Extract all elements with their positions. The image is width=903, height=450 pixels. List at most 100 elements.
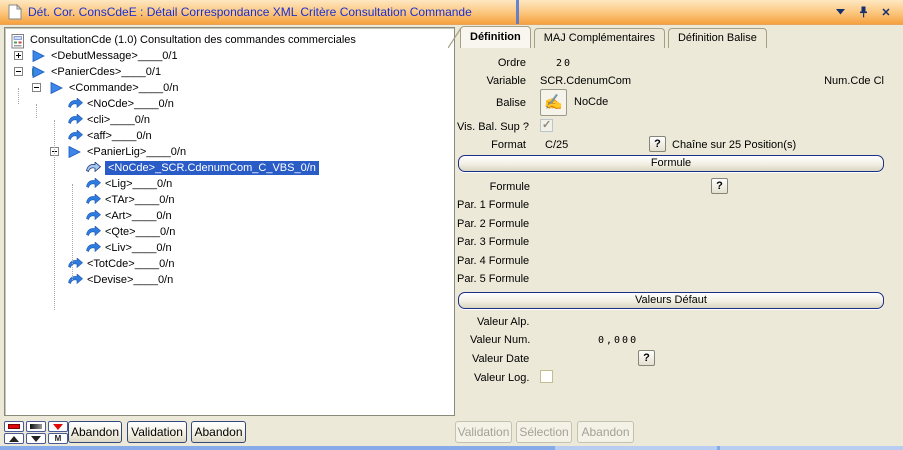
taskbar-segment [555, 446, 903, 450]
branch-arrow-icon [68, 146, 81, 161]
triangle-down-icon[interactable] [26, 433, 46, 444]
tree-item[interactable]: <aff>____0/n [5, 128, 454, 144]
tree-item-label[interactable]: <Lig>____0/n [105, 177, 172, 191]
tab-maj-compl-mentaires[interactable]: MAJ Complémentaires [534, 28, 665, 48]
red-bar-icon[interactable] [4, 421, 24, 432]
leaf-arrow-icon [86, 242, 101, 256]
valeur-date-help-button[interactable]: ? [638, 350, 655, 366]
expand-plus-icon[interactable] [14, 51, 23, 60]
leaf-arrow-icon [68, 114, 83, 128]
valeur-date-label: Valeur Date [472, 353, 529, 365]
branch-arrow-icon [32, 66, 45, 81]
tree-item-label[interactable]: <Commande>____0/n [69, 81, 178, 95]
tree-connector-line [72, 184, 73, 280]
red-bar-icon [8, 424, 20, 429]
tree-item-label-selected[interactable]: <NoCde>_SCR.CdenumCom_C_VBS_0/n [105, 161, 319, 175]
tree-item[interactable]: <NoCde>_SCR.CdenumCom_C_VBS_0/n [5, 160, 454, 176]
tree-item-label[interactable]: <Art>____0/n [105, 209, 172, 223]
collapse-minus-icon[interactable] [14, 67, 23, 76]
variable-label: Variable [458, 75, 526, 87]
valeur-log-checkbox[interactable] [540, 370, 553, 383]
triangle-up-icon [9, 436, 19, 442]
leaf-arrow-icon [86, 178, 101, 192]
letter-m-icon: M [55, 435, 62, 443]
check-icon: ✓ [542, 119, 551, 132]
valeurs-defaut-group-button[interactable]: Valeurs Défaut [458, 292, 884, 309]
ordre-label: Ordre [458, 57, 526, 69]
tree-item[interactable]: <DebutMessage>____0/1 [5, 48, 454, 64]
tree-item-label[interactable]: <Devise>____0/n [87, 273, 173, 287]
balise-label: Balise [458, 97, 526, 109]
leaf-arrow-icon [86, 162, 101, 176]
tree-item-label[interactable]: <Qte>____0/n [105, 225, 175, 239]
tree-connector-line [36, 104, 37, 118]
tree-item-label[interactable]: ConsultationCde (1.0) Consultation des c… [30, 33, 356, 47]
red-triangle-down-icon [53, 424, 63, 430]
formule-help-button[interactable]: ? [711, 178, 728, 194]
tree-item-label[interactable]: <aff>____0/n [87, 129, 152, 143]
triangle-down-icon [31, 436, 41, 442]
triangle-up-icon[interactable] [4, 433, 24, 444]
pin-icon[interactable] [856, 5, 870, 19]
vis-bal-sup-label: Vis. Bal. Sup ? [457, 121, 529, 133]
close-icon[interactable]: ✕ [879, 5, 893, 19]
tree-item[interactable]: <cli>____0/n [5, 112, 454, 128]
tree-item[interactable]: ConsultationCde (1.0) Consultation des c… [5, 32, 454, 48]
tree-item-label[interactable]: <TAr>____0/n [105, 193, 175, 207]
ordre-value[interactable]: 20 [556, 58, 572, 69]
abandon-button[interactable]: Abandon [191, 421, 246, 443]
taskbar-segment-divider [717, 446, 720, 450]
tree-item[interactable]: <PanierLig>____0/n [5, 144, 454, 160]
tab-d-finition[interactable]: Définition [460, 26, 531, 48]
format-value[interactable]: C/25 [545, 139, 568, 151]
vis-bal-sup-checkbox[interactable]: ✓ [540, 119, 553, 132]
formule-group-button[interactable]: Formule [458, 155, 884, 172]
tabstrip: DéfinitionMAJ ComplémentairesDéfinition … [460, 27, 770, 48]
tree-item-label[interactable]: <PanierLig>____0/n [87, 145, 186, 159]
balise-value[interactable]: NoCde [574, 96, 608, 108]
leaf-arrow-icon [86, 210, 101, 224]
tree-item[interactable]: <NoCde>____0/n [5, 96, 454, 112]
tree-connector-line [18, 88, 19, 104]
pane-titlebar: Dét. Cor. ConsCdeE : Détail Correspondan… [0, 0, 903, 25]
balise-picker-button[interactable]: ✍ [540, 89, 567, 116]
leaf-arrow-icon [68, 258, 83, 272]
red-triangle-down-icon[interactable] [48, 421, 68, 432]
titlebar-divider [516, 0, 519, 24]
valeur-num-label: Valeur Num. [470, 334, 530, 346]
tree-item-label[interactable]: <PanierCdes>____0/1 [51, 65, 161, 79]
format-hint: Chaîne sur 25 Position(s) [672, 139, 796, 151]
validation-button[interactable]: Validation [127, 421, 187, 443]
letter-m-icon[interactable]: M [48, 433, 68, 444]
xml-tree-panel[interactable]: ConsultationCde (1.0) Consultation des c… [4, 27, 455, 416]
par-4-formule-label: Par. 4 Formule [457, 255, 529, 267]
par-3-formule-label: Par. 3 Formule [457, 236, 529, 248]
variable-value[interactable]: SCR.CdenumCom [540, 75, 631, 87]
tree-item-label[interactable]: <TotCde>____0/n [87, 257, 174, 271]
validation-button-disabled: Validation [455, 421, 512, 443]
tree-item-label[interactable]: <cli>____0/n [87, 113, 150, 127]
chevron-down-icon[interactable] [833, 5, 847, 19]
leaf-arrow-icon [68, 274, 83, 288]
tree-item[interactable]: <Commande>____0/n [5, 80, 454, 96]
format-help-button[interactable]: ? [649, 136, 666, 152]
tree-item-label[interactable]: <Liv>____0/n [105, 241, 172, 255]
valeur-log-label: Valeur Log. [474, 372, 529, 384]
tree-item[interactable]: <PanierCdes>____0/1 [5, 64, 454, 80]
leaf-arrow-icon [68, 130, 83, 144]
abandon-button-disabled: Abandon [577, 421, 634, 443]
taskbar-edge [0, 446, 903, 450]
tree-item-label[interactable]: <DebutMessage>____0/1 [51, 49, 178, 63]
par-5-formule-label: Par. 5 Formule [457, 273, 529, 285]
par-1-formule-label: Par. 1 Formule [457, 199, 529, 211]
tree-item-label[interactable]: <NoCde>____0/n [87, 97, 174, 111]
dark-bar-icon[interactable] [26, 421, 46, 432]
leaf-arrow-icon [86, 226, 101, 240]
abandon-button[interactable]: Abandon [68, 421, 122, 443]
valeur-num-value[interactable]: 0,000 [598, 335, 638, 346]
tab-d-finition-balise[interactable]: Définition Balise [668, 28, 767, 48]
collapse-minus-icon[interactable] [32, 83, 41, 92]
branch-arrow-icon [32, 50, 45, 65]
par-2-formule-label: Par. 2 Formule [457, 218, 529, 230]
tree-connector-line [54, 120, 55, 310]
